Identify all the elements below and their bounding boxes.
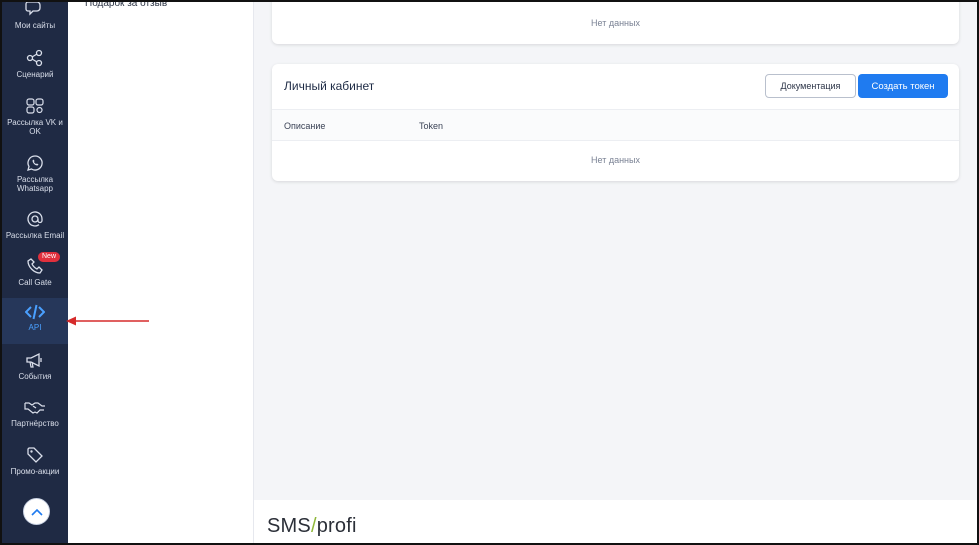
chat-bubbles-icon	[25, 2, 41, 16]
sidebar-item-label: Промо-акции	[10, 467, 60, 476]
column-header-token[interactable]: Token	[419, 121, 443, 131]
sidebar-item-vk-ok[interactable]: Рассылка VK и OK	[2, 97, 68, 136]
empty-state-text: Нет данных	[591, 18, 640, 28]
sidebar-item-whatsapp[interactable]: Рассылка Whatsapp	[2, 154, 68, 193]
sms-profi-logo[interactable]: SMS/profi	[267, 515, 357, 538]
app-window: Мои сайты Сценарий Рассылка VK и OK Расс…	[0, 0, 979, 545]
vk-ok-icon	[26, 98, 44, 114]
sidebar-item-label: API	[28, 323, 42, 332]
chevron-up-icon	[30, 508, 43, 516]
submenu-item-review-gift[interactable]: Подарок за отзыв	[85, 2, 167, 9]
sidebar-item-partnership[interactable]: Партнёрство	[2, 398, 68, 428]
main-content: Нет данных Личный кабинет Документация С…	[254, 2, 977, 500]
icon-sidebar: Мои сайты Сценарий Рассылка VK и OK Расс…	[2, 2, 68, 543]
secondary-menu: Подарок за отзыв	[68, 2, 254, 543]
sidebar-item-call-gate[interactable]: Call Gate	[2, 257, 68, 287]
sidebar-item-label: Мои сайты	[14, 21, 56, 30]
sidebar-item-label: Рассылка Email	[5, 231, 65, 240]
logo-part-profi: profi	[316, 515, 357, 537]
sidebar-item-label: Партнёрство	[11, 419, 59, 428]
documentation-button[interactable]: Документация	[765, 74, 856, 98]
whatsapp-icon	[27, 155, 43, 171]
column-header-description[interactable]: Описание	[284, 121, 325, 131]
table-header: Описание Token	[272, 109, 959, 141]
footer: SMS/profi	[254, 500, 977, 543]
handshake-icon	[24, 402, 45, 414]
new-badge: New	[38, 252, 61, 262]
sidebar-item-promo[interactable]: Промо-акции	[2, 446, 68, 476]
sidebar-item-label: События	[18, 372, 52, 381]
scroll-up-button[interactable]	[23, 498, 50, 525]
sidebar-item-events[interactable]: События	[2, 351, 68, 381]
tag-icon	[27, 447, 43, 463]
sidebar-item-label: Сценарий	[16, 70, 54, 79]
code-icon	[25, 304, 45, 320]
sidebar-item-scenario[interactable]: Сценарий	[2, 49, 68, 79]
logo-part-sms: SMS	[267, 515, 311, 537]
card-title: Личный кабинет	[284, 79, 375, 93]
empty-state-text: Нет данных	[591, 155, 640, 165]
sidebar-item-my-sites[interactable]: Мои сайты	[2, 2, 68, 30]
previous-token-card: Нет данных	[272, 2, 959, 44]
sidebar-item-label: Рассылка Whatsapp	[16, 175, 54, 193]
sidebar-item-label: Call Gate	[18, 278, 52, 287]
annotation-arrow-icon	[66, 316, 149, 326]
megaphone-icon	[26, 352, 42, 368]
sidebar-item-email[interactable]: Рассылка Email	[2, 210, 68, 240]
share-nodes-icon	[26, 49, 43, 67]
sidebar-item-api[interactable]: API	[2, 298, 68, 344]
sidebar-item-label: Рассылка VK и OK	[7, 118, 63, 136]
create-token-button[interactable]: Создать токен	[858, 74, 948, 98]
personal-cabinet-card: Личный кабинет Документация Создать токе…	[272, 64, 959, 181]
at-sign-icon	[27, 211, 43, 227]
